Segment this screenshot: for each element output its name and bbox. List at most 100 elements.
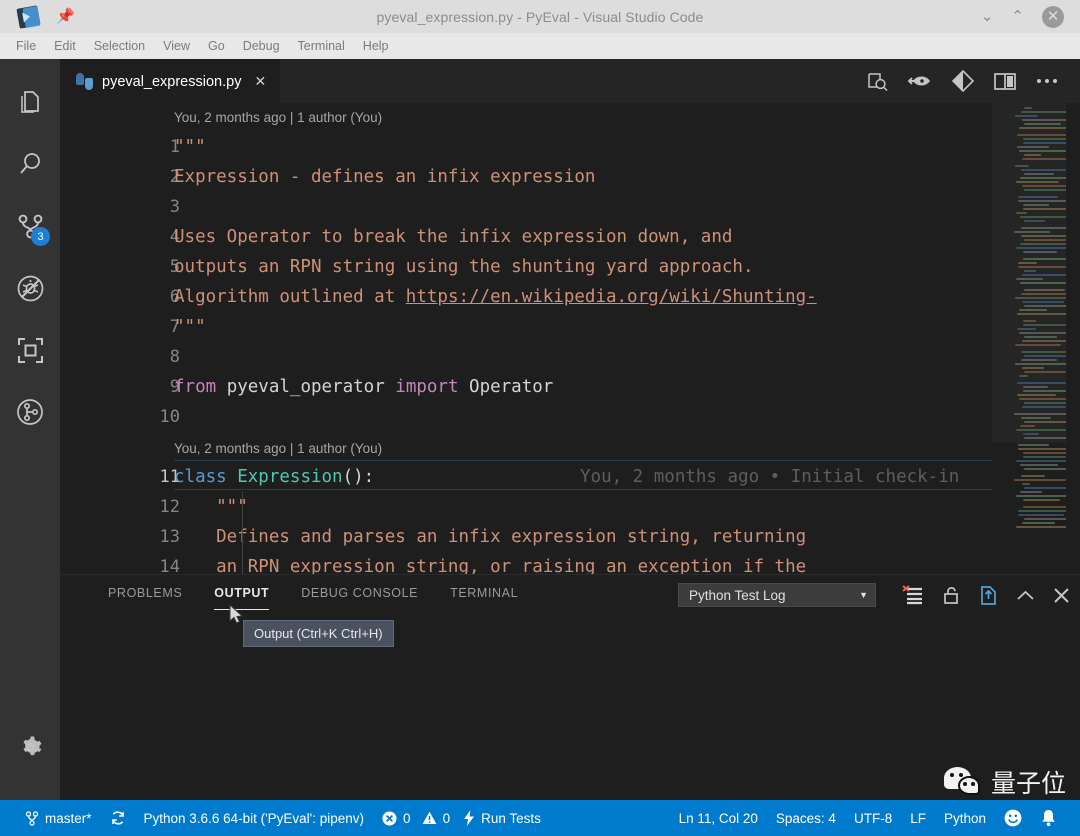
wechat-icon	[944, 767, 984, 797]
panel-actions: Python Test Log ▼	[678, 575, 1070, 615]
status-feedback[interactable]	[995, 800, 1031, 836]
code-line-1: """	[174, 133, 206, 163]
watermark-text: 量子位	[991, 764, 1066, 800]
code-line-11: class Expression():	[174, 463, 374, 493]
status-cursor-position[interactable]: Ln 11, Col 20	[670, 800, 767, 836]
class-parens: ():	[343, 467, 375, 487]
line-number: 10	[138, 403, 180, 433]
chevron-up-icon[interactable]	[1016, 589, 1035, 602]
code-editor[interactable]: You, 2 months ago | 1 author (You) 1 2 3…	[60, 103, 1080, 574]
warning-icon	[422, 811, 437, 825]
search-icon	[17, 151, 44, 178]
bell-icon	[1040, 809, 1057, 827]
menu-item-debug[interactable]: Debug	[243, 39, 280, 53]
line-number: 3	[138, 193, 180, 223]
menu-item-go[interactable]: Go	[208, 39, 225, 53]
status-encoding[interactable]: UTF-8	[845, 800, 901, 836]
chevron-down-icon: ▼	[859, 590, 868, 600]
status-notifications[interactable]	[1031, 800, 1066, 836]
git-graph-icon	[16, 398, 44, 426]
code-line-5: outputs an RPN string using the shunting…	[174, 253, 753, 283]
panel-tab-output[interactable]: OUTPUT	[214, 586, 269, 604]
status-eol[interactable]: LF	[901, 800, 935, 836]
vscode-window: 📌 pyeval_expression.py - PyEval - Visual…	[0, 0, 1080, 836]
status-sync[interactable]	[101, 800, 135, 836]
watermark: 量子位	[944, 764, 1066, 800]
activity-item-debug[interactable]	[0, 257, 60, 319]
status-bar-left: master* Python 3.6.6 64-bit ('PyEval': p…	[0, 800, 550, 836]
panel-tab-debug-console[interactable]: DEBUG CONSOLE	[301, 586, 418, 604]
sync-icon	[110, 810, 126, 826]
menu-item-edit[interactable]: Edit	[54, 39, 76, 53]
status-errors[interactable]: 0	[373, 800, 420, 836]
source-control-badge: 3	[31, 227, 50, 246]
close-icon[interactable]: ✕	[254, 73, 266, 90]
git-compare-icon[interactable]	[952, 70, 974, 92]
open-in-editor-icon[interactable]	[979, 585, 998, 606]
menu-item-selection[interactable]: Selection	[94, 39, 145, 53]
code-lines: You, 2 months ago | 1 author (You) 1 2 3…	[60, 103, 1000, 574]
preview-search-icon[interactable]	[867, 71, 888, 92]
code-line-2: Expression - defines an infix expression	[174, 163, 595, 193]
close-icon[interactable]	[1053, 587, 1070, 604]
status-run-tests[interactable]: Run Tests	[459, 800, 550, 836]
output-channel-select[interactable]: Python Test Log ▼	[678, 583, 876, 607]
menu-item-help[interactable]: Help	[363, 39, 389, 53]
editor-group: pyeval_expression.py ✕	[60, 59, 1080, 574]
ellipsis-icon[interactable]	[1036, 78, 1058, 84]
menu-item-terminal[interactable]: Terminal	[298, 39, 345, 53]
status-indentation[interactable]: Spaces: 4	[767, 800, 845, 836]
unlock-icon[interactable]	[942, 585, 961, 605]
keyword-from: from	[174, 377, 216, 397]
status-warnings-count: 0	[443, 811, 451, 826]
gear-icon	[16, 733, 44, 761]
error-icon	[382, 811, 397, 826]
keyword-import: import	[395, 377, 458, 397]
code-line-6-link[interactable]: https://en.wikipedia.org/wiki/Shunting-	[406, 287, 817, 307]
editor-tab-pyeval-expression[interactable]: pyeval_expression.py ✕	[60, 59, 280, 103]
activity-item-extensions[interactable]	[0, 319, 60, 381]
debug-no-icon	[16, 274, 45, 303]
status-warnings[interactable]: 0	[420, 800, 460, 836]
menu-item-view[interactable]: View	[163, 39, 190, 53]
status-branch-label: master*	[45, 811, 92, 826]
editor-tabs: pyeval_expression.py ✕	[60, 59, 1080, 103]
code-line-7: """	[174, 313, 206, 343]
activity-item-search[interactable]	[0, 133, 60, 195]
keyword-class: class	[174, 467, 227, 487]
code-line-13: Defines and parses an infix expression s…	[174, 523, 806, 553]
editor-actions	[867, 59, 1072, 103]
blame-header-top: You, 2 months ago | 1 author (You)	[174, 103, 382, 133]
eye-back-icon[interactable]	[908, 73, 932, 89]
activity-item-source-control[interactable]: 3	[0, 195, 60, 257]
panel-tab-tooltip: Output (Ctrl+K Ctrl+H)	[243, 620, 394, 647]
panel-tab-terminal[interactable]: TERMINAL	[450, 586, 518, 604]
panel-tab-problems[interactable]: PROBLEMS	[108, 586, 182, 604]
activity-item-git-graph[interactable]	[0, 381, 60, 443]
python-file-icon	[76, 73, 93, 90]
editor-scrollbar[interactable]	[1066, 103, 1080, 574]
bottom-panel: PROBLEMS OUTPUT DEBUG CONSOLE TERMINAL P…	[60, 574, 1080, 800]
window-title: pyeval_expression.py - PyEval - Visual S…	[0, 9, 1080, 25]
status-python-label: Python 3.6.6 64-bit ('PyEval': pipenv)	[144, 811, 365, 826]
code-line-6-prefix: Algorithm outlined at	[174, 287, 406, 307]
status-python-interpreter[interactable]: Python 3.6.6 64-bit ('PyEval': pipenv)	[135, 800, 374, 836]
code-line-12: """	[174, 493, 248, 523]
editor-tab-label: pyeval_expression.py	[102, 74, 241, 90]
code-line-4: Uses Operator to break the infix express…	[174, 223, 732, 253]
activity-item-settings[interactable]	[0, 716, 60, 778]
status-bar: master* Python 3.6.6 64-bit ('PyEval': p…	[0, 800, 1080, 836]
activity-item-explorer[interactable]	[0, 71, 60, 133]
code-line-14: an RPN expression string, or raising an …	[174, 553, 806, 574]
lightning-icon	[463, 810, 475, 826]
pointer-cursor-icon	[227, 603, 243, 625]
status-language-mode[interactable]: Python	[935, 800, 995, 836]
panel-header: PROBLEMS OUTPUT DEBUG CONSOLE TERMINAL P…	[60, 575, 1080, 615]
split-editor-icon[interactable]	[994, 72, 1016, 91]
clear-output-icon[interactable]	[902, 585, 924, 605]
status-branch[interactable]: master*	[16, 800, 101, 836]
class-name: Expression	[227, 467, 343, 487]
module-name: pyeval_operator	[216, 377, 395, 397]
menu-item-file[interactable]: File	[16, 39, 36, 53]
menu-bar: File Edit Selection View Go Debug Termin…	[0, 33, 1080, 59]
